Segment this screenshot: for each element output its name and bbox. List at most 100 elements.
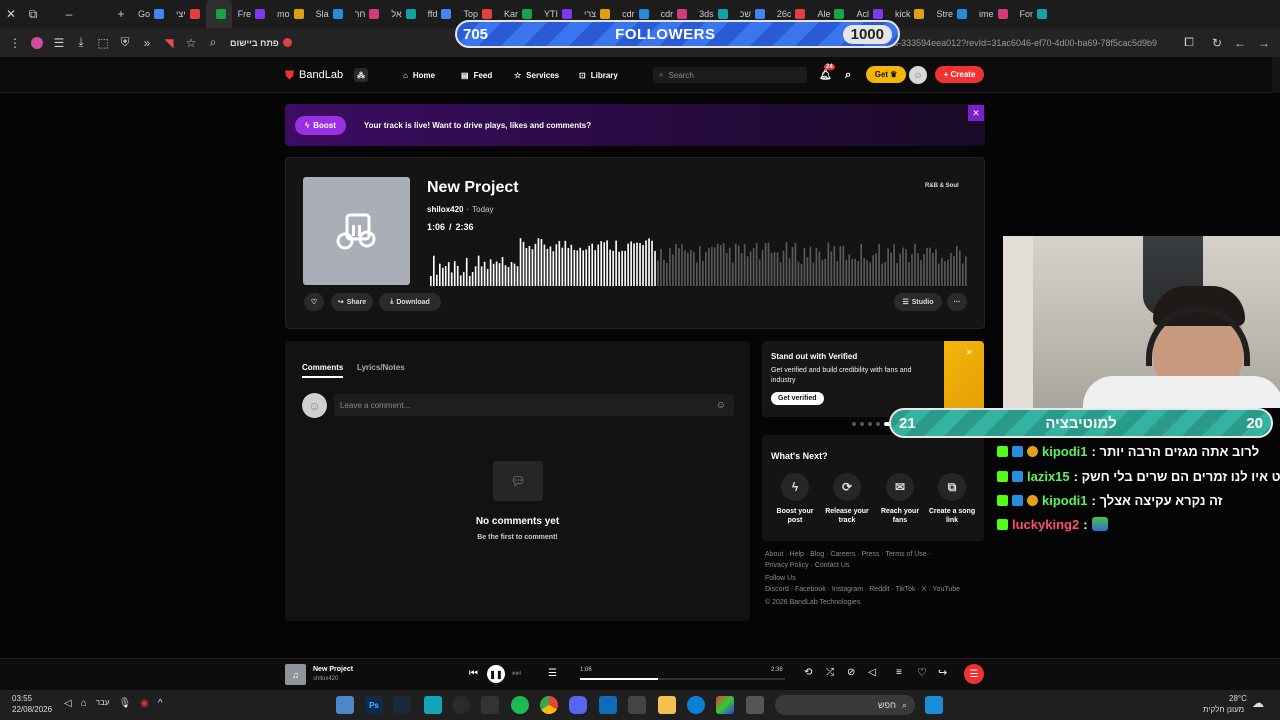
- track-artwork[interactable]: [303, 177, 410, 285]
- song-link-action[interactable]: ⧉ Create a song link: [926, 473, 978, 525]
- extension-icon[interactable]: ⬚: [92, 32, 114, 54]
- nav-services[interactable]: ☆ Services: [514, 57, 559, 93]
- nav-home[interactable]: ⌂ Home: [403, 57, 435, 93]
- chat-username[interactable]: kipodi1: [1042, 444, 1088, 459]
- tab-1[interactable]: יצי: [170, 0, 206, 28]
- tab-2[interactable]: [205, 0, 232, 28]
- tab-5[interactable]: Sla: [310, 0, 349, 28]
- player-artist[interactable]: shilox420: [313, 676, 338, 682]
- task-view-icon[interactable]: [746, 696, 764, 714]
- edge-icon[interactable]: [687, 696, 705, 714]
- genre-tag[interactable]: R&B & Soul: [925, 183, 959, 189]
- tab-actions-icon[interactable]: ⧉: [22, 3, 44, 25]
- notepad-icon[interactable]: [424, 696, 442, 714]
- back-arrow-icon[interactable]: ←: [1229, 32, 1251, 54]
- avatar[interactable]: ☺: [909, 66, 927, 84]
- weather-status[interactable]: מעונן חלקית: [1203, 705, 1244, 714]
- more-options-icon[interactable]: ···: [947, 293, 967, 311]
- obs-icon[interactable]: [452, 696, 470, 714]
- messages-search-icon[interactable]: ⌕: [845, 57, 851, 93]
- comment-input[interactable]: Leave a comment... ☺: [334, 394, 734, 416]
- shield-icon[interactable]: ⛨: [114, 32, 136, 54]
- like-button[interactable]: ♡: [304, 293, 324, 311]
- menu-dots-icon[interactable]: ⋮: [4, 32, 26, 54]
- player-share-icon[interactable]: ↪: [938, 666, 947, 679]
- chat-username[interactable]: lazix15: [1027, 469, 1070, 484]
- search-box[interactable]: ⌕ Search: [653, 67, 807, 83]
- footer-links[interactable]: About · Help · Blog · Careers · Press · …: [765, 550, 995, 561]
- player-like-icon[interactable]: ♡: [917, 666, 927, 679]
- carousel-dots[interactable]: [852, 422, 892, 426]
- epic-games-icon[interactable]: [481, 696, 499, 714]
- collections-icon[interactable]: ☰: [48, 32, 70, 54]
- release-track-action[interactable]: ⟳ Release your track: [821, 473, 873, 525]
- speaker-icon[interactable]: ◁: [64, 698, 72, 709]
- profile-icon[interactable]: [26, 32, 48, 54]
- get-membership-button[interactable]: Get ♛: [866, 66, 906, 83]
- chrome-icon[interactable]: [540, 696, 558, 714]
- no-loop-icon[interactable]: ⊘: [847, 667, 855, 678]
- open-in-app-button[interactable]: פתח ביישום: [230, 38, 292, 48]
- tab-0[interactable]: Go: [132, 0, 170, 28]
- weather-icon[interactable]: ☁: [1252, 696, 1264, 710]
- boost-button[interactable]: ϟ Boost: [295, 115, 346, 135]
- chat-username[interactable]: luckyking2: [1012, 517, 1079, 532]
- tab-22[interactable]: ime: [973, 0, 1014, 28]
- volume-icon[interactable]: ◁: [868, 667, 876, 678]
- store-icon[interactable]: [628, 696, 646, 714]
- tab-lyrics[interactable]: Lyrics/Notes: [357, 363, 405, 372]
- share-button[interactable]: ↪ Share: [331, 293, 373, 311]
- notifications-bell-icon[interactable]: 🔔︎: [819, 57, 832, 93]
- repeat-icon[interactable]: ⟲: [804, 667, 812, 678]
- close-banner-icon[interactable]: ✕: [968, 105, 984, 121]
- tray-app-icon[interactable]: ◉: [140, 698, 149, 709]
- file-explorer-icon[interactable]: [658, 696, 676, 714]
- taskbar-search[interactable]: חפש ⌕: [775, 695, 915, 715]
- steam-icon[interactable]: [393, 696, 411, 714]
- download-icon[interactable]: ⤓: [70, 32, 92, 54]
- track-artist[interactable]: shilox420: [427, 205, 463, 214]
- reload-icon[interactable]: ↻: [1206, 32, 1228, 54]
- close-promo-icon[interactable]: ✕: [966, 348, 973, 357]
- social-links[interactable]: Discord · Facebook · Instagram · Reddit …: [765, 585, 995, 596]
- split-screen-icon[interactable]: ⧠: [1178, 32, 1200, 54]
- previous-icon[interactable]: ⏮︎: [469, 668, 478, 679]
- calculator-icon[interactable]: [336, 696, 354, 714]
- outlook-icon[interactable]: [599, 696, 617, 714]
- favorite-star-icon[interactable]: ☆: [180, 32, 202, 54]
- footer-links-2[interactable]: Privacy Policy · Contact Us: [765, 561, 995, 572]
- player-artwork[interactable]: ♫: [285, 664, 306, 685]
- nav-feed[interactable]: ▤ Feed: [461, 57, 492, 93]
- player-title[interactable]: New Project: [313, 666, 353, 673]
- mic-icon[interactable]: 🎙︎: [118, 698, 131, 709]
- player-menu-icon[interactable]: ☰: [964, 664, 984, 684]
- discord-icon[interactable]: [569, 696, 587, 714]
- tab-4[interactable]: mo: [271, 0, 310, 28]
- windows-start-icon[interactable]: [925, 696, 943, 714]
- pause-button[interactable]: ❚❚: [487, 665, 505, 683]
- spotify-icon[interactable]: [511, 696, 529, 714]
- nav-library[interactable]: ⊡ Library: [579, 57, 618, 93]
- create-button[interactable]: + Create: [935, 66, 984, 83]
- minimize-tab-icon[interactable]: –: [58, 3, 80, 25]
- tab-23[interactable]: For: [1014, 0, 1054, 28]
- chat-username[interactable]: kipodi1: [1042, 493, 1088, 508]
- new-tab-icon[interactable]: +: [110, 3, 132, 25]
- tray-overflow-icon[interactable]: ^: [158, 698, 163, 709]
- forward-arrow-icon[interactable]: →: [1253, 32, 1275, 54]
- waveform[interactable]: [430, 234, 968, 286]
- queue-icon[interactable]: ☰: [548, 668, 557, 679]
- photoshop-icon[interactable]: Ps: [365, 696, 383, 714]
- next-icon[interactable]: ⏭︎: [512, 668, 521, 679]
- read-aloud-icon[interactable]: »: [136, 32, 158, 54]
- studio-button[interactable]: ☰ Studio: [894, 293, 942, 311]
- tab-3[interactable]: Fre: [232, 0, 272, 28]
- shuffle-icon[interactable]: ⤮: [826, 667, 834, 678]
- clock-time[interactable]: 03:55: [12, 694, 32, 703]
- scrollbar[interactable]: [1272, 57, 1280, 93]
- playlist-add-icon[interactable]: ≡: [896, 667, 902, 678]
- tab-comments[interactable]: Comments: [302, 363, 344, 378]
- download-button[interactable]: ⤓ Download: [379, 293, 441, 311]
- network-icon[interactable]: ⌂: [81, 698, 87, 709]
- boost-post-action[interactable]: ϟ Boost your post: [769, 473, 821, 525]
